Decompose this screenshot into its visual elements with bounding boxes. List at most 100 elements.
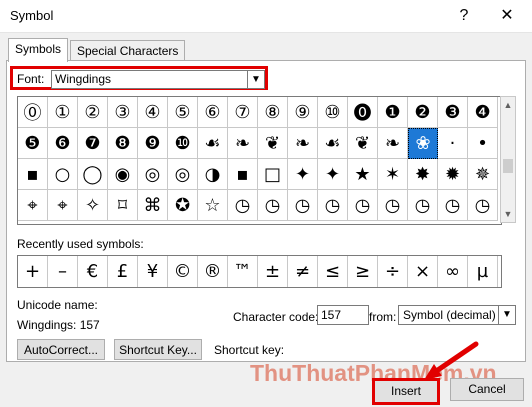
symbol-cell[interactable]: • (468, 128, 498, 159)
symbol-cell[interactable]: ⓿ (348, 97, 378, 128)
symbol-cell[interactable]: ◑ (198, 159, 228, 190)
symbol-cell[interactable]: ✸ (408, 159, 438, 190)
symbol-cell[interactable]: ④ (138, 97, 168, 128)
symbol-cell[interactable]: ⓪ (18, 97, 48, 128)
scroll-up-icon[interactable]: ▲ (501, 97, 515, 113)
symbol-cell[interactable]: ✵ (468, 159, 498, 190)
symbol-cell[interactable]: ⑧ (258, 97, 288, 128)
recent-symbol-cell[interactable]: ∞ (438, 256, 468, 287)
symbol-cell[interactable]: ① (48, 97, 78, 128)
symbol-cell[interactable]: ⑩ (318, 97, 348, 128)
scroll-down-icon[interactable]: ▼ (501, 206, 515, 222)
symbol-cell[interactable]: ❦ (258, 128, 288, 159)
symbol-cell[interactable]: ○ (48, 159, 78, 190)
shortcut-key-button[interactable]: Shortcut Key... (114, 339, 202, 360)
symbol-cell[interactable]: ★ (348, 159, 378, 190)
symbol-cell[interactable]: ✪ (168, 190, 198, 221)
recent-symbol-cell[interactable]: ± (258, 256, 288, 287)
symbol-cell[interactable]: ▪ (228, 159, 258, 190)
symbol-cell[interactable]: ◷ (378, 190, 408, 221)
symbol-grid-scrollbar[interactable]: ▲ ▼ (500, 96, 516, 223)
close-icon[interactable]: ✕ (492, 4, 522, 28)
symbol-cell[interactable]: ❿ (168, 128, 198, 159)
recent-symbol-cell[interactable]: ≠ (288, 256, 318, 287)
insert-button[interactable]: Insert (372, 378, 440, 405)
recent-symbol-cell[interactable]: ™ (228, 256, 258, 287)
symbol-cell[interactable]: ② (78, 97, 108, 128)
symbol-cell[interactable]: ❧ (378, 128, 408, 159)
recent-symbol-cell[interactable]: € (78, 256, 108, 287)
symbol-cell[interactable]: ✧ (78, 190, 108, 221)
symbol-cell[interactable]: ☙ (198, 128, 228, 159)
symbol-cell[interactable]: ⑨ (288, 97, 318, 128)
character-code-label: Character code: (233, 310, 319, 324)
symbol-cell[interactable]: ❦ (348, 128, 378, 159)
symbol-cell[interactable]: ⌑ (108, 190, 138, 221)
tab-special-characters[interactable]: Special Characters (70, 40, 186, 62)
recent-symbol-cell[interactable]: © (168, 256, 198, 287)
symbol-cell[interactable]: ❺ (18, 128, 48, 159)
symbol-cell[interactable]: ❸ (438, 97, 468, 128)
font-select[interactable]: Wingdings ▼ (51, 70, 265, 89)
symbol-cell[interactable]: □ (258, 159, 288, 190)
symbol-cell[interactable]: ◷ (258, 190, 288, 221)
symbol-cell[interactable]: ⑤ (168, 97, 198, 128)
autocorrect-button[interactable]: AutoCorrect... (17, 339, 105, 360)
symbol-cell[interactable]: ⑥ (198, 97, 228, 128)
symbol-cell[interactable]: ◎ (168, 159, 198, 190)
symbol-cell[interactable]: ⌘ (138, 190, 168, 221)
symbol-cell[interactable]: · (438, 128, 468, 159)
symbol-cell[interactable]: ☆ (198, 190, 228, 221)
from-select[interactable]: Symbol (decimal) ▼ (398, 305, 516, 325)
recent-symbol-cell[interactable]: ÷ (378, 256, 408, 287)
recent-symbol-cell[interactable]: ≤ (318, 256, 348, 287)
symbol-cell[interactable]: ❀ (408, 128, 438, 159)
symbol-cell[interactable]: ③ (108, 97, 138, 128)
symbol-cell[interactable]: ❷ (408, 97, 438, 128)
window-title: Symbol (10, 8, 54, 23)
symbol-cell[interactable]: ❧ (288, 128, 318, 159)
symbol-cell[interactable]: ✦ (318, 159, 348, 190)
character-code-input[interactable]: 157 (317, 305, 369, 325)
font-row-highlight: Font: Wingdings ▼ (10, 66, 268, 90)
recent-symbol-cell[interactable]: ¥ (138, 256, 168, 287)
symbol-cell[interactable]: ❧ (228, 128, 258, 159)
help-icon[interactable]: ? (452, 4, 476, 28)
symbol-cell[interactable]: ◷ (288, 190, 318, 221)
symbol-cell[interactable]: ◉ (108, 159, 138, 190)
symbol-cell[interactable]: ❻ (48, 128, 78, 159)
recent-symbol-cell[interactable]: ® (198, 256, 228, 287)
symbol-cell[interactable]: ✶ (378, 159, 408, 190)
symbol-cell[interactable]: ✹ (438, 159, 468, 190)
recent-symbol-cell[interactable]: – (48, 256, 78, 287)
symbol-cell[interactable]: ◷ (438, 190, 468, 221)
symbol-cell[interactable]: ❼ (78, 128, 108, 159)
scroll-thumb[interactable] (503, 159, 513, 173)
recent-symbol-cell[interactable]: + (18, 256, 48, 287)
recent-symbol-cell[interactable]: ≥ (348, 256, 378, 287)
symbol-cell[interactable]: ⌖ (48, 190, 78, 221)
cancel-button[interactable]: Cancel (450, 378, 524, 401)
symbol-cell[interactable]: ☙ (318, 128, 348, 159)
symbol-cell[interactable]: ◷ (468, 190, 498, 221)
symbol-cell[interactable]: ◯ (78, 159, 108, 190)
symbol-cell[interactable]: ◎ (138, 159, 168, 190)
symbol-cell[interactable]: ❹ (468, 97, 498, 128)
symbol-cell[interactable]: ⑦ (228, 97, 258, 128)
symbol-cell[interactable]: ⌖ (18, 190, 48, 221)
symbol-cell[interactable]: ◷ (228, 190, 258, 221)
symbol-cell[interactable]: ❽ (108, 128, 138, 159)
symbol-cell[interactable]: ◷ (408, 190, 438, 221)
symbol-cell[interactable]: ▪ (18, 159, 48, 190)
symbol-cell[interactable]: ◷ (318, 190, 348, 221)
symbol-cell[interactable]: ✦ (288, 159, 318, 190)
recent-symbol-cell[interactable]: µ (468, 256, 498, 287)
recent-symbol-cell[interactable]: £ (108, 256, 138, 287)
symbol-cell[interactable]: ◷ (348, 190, 378, 221)
chevron-down-icon[interactable]: ▼ (498, 306, 515, 324)
recent-symbol-cell[interactable]: × (408, 256, 438, 287)
symbol-cell[interactable]: ❶ (378, 97, 408, 128)
symbol-cell[interactable]: ❾ (138, 128, 168, 159)
chevron-down-icon[interactable]: ▼ (247, 71, 264, 88)
tab-symbols[interactable]: Symbols (8, 38, 69, 62)
